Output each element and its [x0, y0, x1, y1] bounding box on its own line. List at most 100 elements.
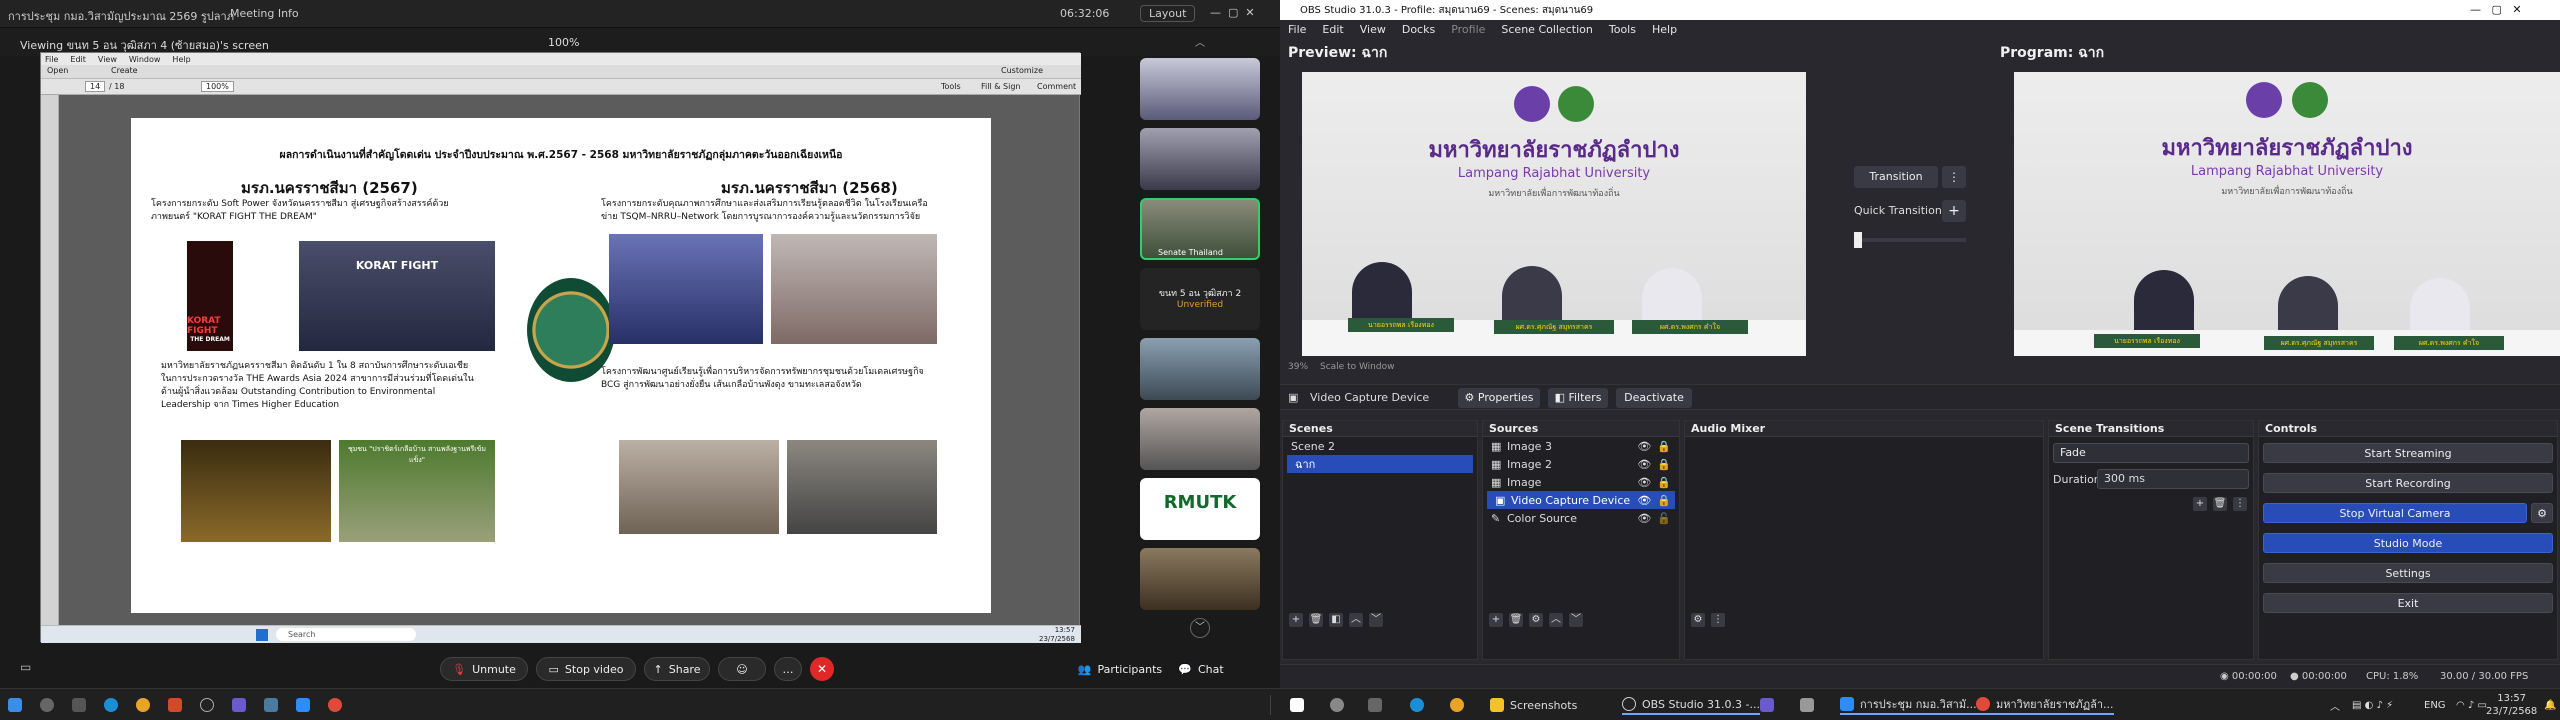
transition-menu-icon[interactable]: ⋮: [1942, 166, 1966, 188]
chrome-icon[interactable]: [136, 695, 150, 715]
thumbs-down-arrow-icon[interactable]: ﹀: [1190, 618, 1210, 638]
source-item[interactable]: ▦ Image 👁 🔒: [1483, 473, 1679, 491]
add-scene-icon[interactable]: +: [1289, 613, 1303, 627]
remove-scene-icon[interactable]: 🗑: [1309, 613, 1323, 627]
participant-video-5[interactable]: [1140, 548, 1260, 610]
reactions-button[interactable]: ☺: [718, 657, 766, 681]
scene-down-icon[interactable]: ﹀: [1369, 613, 1383, 627]
obs-menu-tools[interactable]: Tools: [1609, 23, 1636, 36]
thumbs-up-arrow-icon[interactable]: ︿: [1192, 34, 1208, 49]
share-button[interactable]: ↑ Share: [644, 657, 710, 681]
task-view-icon-2[interactable]: [1368, 695, 1382, 715]
language-indicator[interactable]: ENG: [2424, 695, 2446, 715]
search-icon-2[interactable]: [1330, 695, 1344, 715]
duration-input[interactable]: 300 ms: [2097, 469, 2249, 489]
participant-video-4[interactable]: [1140, 408, 1260, 470]
comment-tab[interactable]: Comment: [1037, 82, 1076, 91]
scene-up-icon[interactable]: ︿: [1349, 613, 1363, 627]
visibility-eye-icon[interactable]: 👁: [1637, 458, 1651, 471]
add-source-icon[interactable]: +: [1489, 613, 1503, 627]
notification-bell-icon[interactable]: 🔔: [2544, 695, 2556, 715]
lock-icon[interactable]: 🔒: [1657, 494, 1671, 507]
t-bar-slider[interactable]: [1854, 238, 1966, 242]
obs-window-controls[interactable]: — ▢ ✕: [2470, 3, 2522, 16]
remove-transition-icon[interactable]: 🗑: [2213, 497, 2227, 511]
obs-app-icon[interactable]: [200, 695, 214, 715]
edge-icon[interactable]: [104, 695, 118, 715]
scene-item[interactable]: Scene 2: [1283, 437, 1477, 455]
taskbar-zoom[interactable]: การประชุม กมอ.วิสามั...: [1840, 695, 1977, 715]
network-icon[interactable]: ◠ ♪ ▭: [2456, 695, 2487, 715]
page-number-field[interactable]: 14: [85, 81, 106, 92]
participant-rmutk[interactable]: RMUTK: [1140, 478, 1260, 540]
app-icon-5[interactable]: [1800, 695, 1814, 715]
leave-meeting-icon[interactable]: ✕: [810, 657, 834, 681]
lock-icon[interactable]: 🔒: [1657, 440, 1671, 453]
search-icon[interactable]: [40, 695, 54, 715]
tray-icons[interactable]: ▤ ◐ ♪ ⚡: [2352, 695, 2393, 715]
chrome-icon-3[interactable]: [1450, 695, 1464, 715]
obs-menu-docks[interactable]: Docks: [1402, 23, 1435, 36]
tools-tab[interactable]: Tools: [941, 82, 961, 91]
studio-mode-button[interactable]: Studio Mode: [2263, 533, 2553, 553]
scene-item-selected[interactable]: ฉาก: [1287, 455, 1473, 473]
visibility-eye-icon[interactable]: 👁: [1637, 494, 1651, 507]
obs-menu-scene-collection[interactable]: Scene Collection: [1501, 23, 1592, 36]
start-icon[interactable]: [8, 695, 22, 715]
source-down-icon[interactable]: ﹀: [1569, 613, 1583, 627]
obs-menu-view[interactable]: View: [1360, 23, 1386, 36]
zoom-level[interactable]: 100%: [548, 36, 579, 49]
settings-button[interactable]: Settings: [2263, 563, 2553, 583]
visibility-eye-icon[interactable]: 👁: [1637, 440, 1651, 453]
start-streaming-button[interactable]: Start Streaming: [2263, 443, 2553, 463]
menu-view[interactable]: View: [98, 55, 117, 64]
app-icon-1[interactable]: [168, 695, 182, 715]
fill-sign-tab[interactable]: Fill & Sign: [981, 82, 1020, 91]
audio-menu-icon[interactable]: ⋮: [1711, 613, 1725, 627]
customize-button[interactable]: Customize: [1001, 66, 1043, 75]
chat-button[interactable]: 💬 Chat: [1176, 657, 1226, 681]
scale-to-window[interactable]: Scale to Window: [1320, 362, 1394, 372]
obs-menu-edit[interactable]: Edit: [1322, 23, 1343, 36]
menu-help[interactable]: Help: [172, 55, 190, 64]
obs-menu-help[interactable]: Help: [1652, 23, 1677, 36]
transition-button[interactable]: Transition: [1854, 166, 1938, 188]
lock-icon[interactable]: 🔒: [1657, 458, 1671, 471]
app-icon-3[interactable]: [264, 695, 278, 715]
transition-type-select[interactable]: Fade: [2053, 443, 2249, 463]
chrome-icon-2[interactable]: [328, 695, 342, 715]
preview-canvas[interactable]: มหาวิทยาลัยราชภัฏลำปาง Lampang Rajabhat …: [1302, 72, 1806, 356]
lock-icon[interactable]: 🔒: [1657, 476, 1671, 489]
stop-virtual-camera-button[interactable]: Stop Virtual Camera: [2263, 503, 2527, 523]
stop-video-button[interactable]: ▭ Stop video: [536, 657, 636, 681]
app-icon-4[interactable]: [1760, 695, 1774, 715]
unmute-button[interactable]: 🎙 Unmute: [440, 657, 528, 681]
meeting-info-button[interactable]: Meeting Info: [230, 7, 299, 20]
tray-chevron-icon[interactable]: ︿: [2330, 695, 2340, 715]
obs-menu-profile[interactable]: Profile: [1451, 23, 1485, 36]
scene-filters-icon[interactable]: ◧: [1329, 613, 1343, 627]
start-icon-2[interactable]: [1290, 695, 1304, 715]
create-button[interactable]: Create: [111, 66, 138, 75]
menu-window[interactable]: Window: [129, 55, 161, 64]
obs-menu-file[interactable]: File: [1288, 23, 1306, 36]
participant-video-3[interactable]: [1140, 338, 1260, 400]
captions-icon[interactable]: ▭: [20, 660, 31, 674]
source-item-selected[interactable]: ▣ Video Capture Device 👁 🔒: [1487, 491, 1675, 509]
taskbar-obs[interactable]: OBS Studio 31.0.3 -...: [1622, 695, 1760, 715]
source-item[interactable]: ▦ Image 3 👁 🔒: [1483, 437, 1679, 455]
t-bar-handle[interactable]: [1854, 232, 1862, 248]
start-recording-button[interactable]: Start Recording: [2263, 473, 2553, 493]
layout-button[interactable]: Layout: [1140, 5, 1196, 22]
participant-video-active[interactable]: Senate Thailand: [1140, 198, 1260, 260]
add-transition-icon[interactable]: +: [2193, 497, 2207, 511]
visibility-eye-icon[interactable]: 👁: [1637, 476, 1651, 489]
edge-icon-2[interactable]: [1410, 695, 1424, 715]
more-button[interactable]: …: [774, 657, 802, 681]
properties-button[interactable]: ⚙ Properties: [1458, 388, 1540, 408]
source-item[interactable]: ▦ Image 2 👁 🔒: [1483, 455, 1679, 473]
filters-button[interactable]: ◧ Filters: [1548, 388, 1608, 408]
source-properties-icon[interactable]: ⚙: [1529, 613, 1543, 627]
virtual-camera-settings-icon[interactable]: ⚙: [2531, 503, 2553, 523]
taskbar-chrome[interactable]: มหาวิทยาลัยราชภัฏล้า...: [1976, 695, 2114, 715]
